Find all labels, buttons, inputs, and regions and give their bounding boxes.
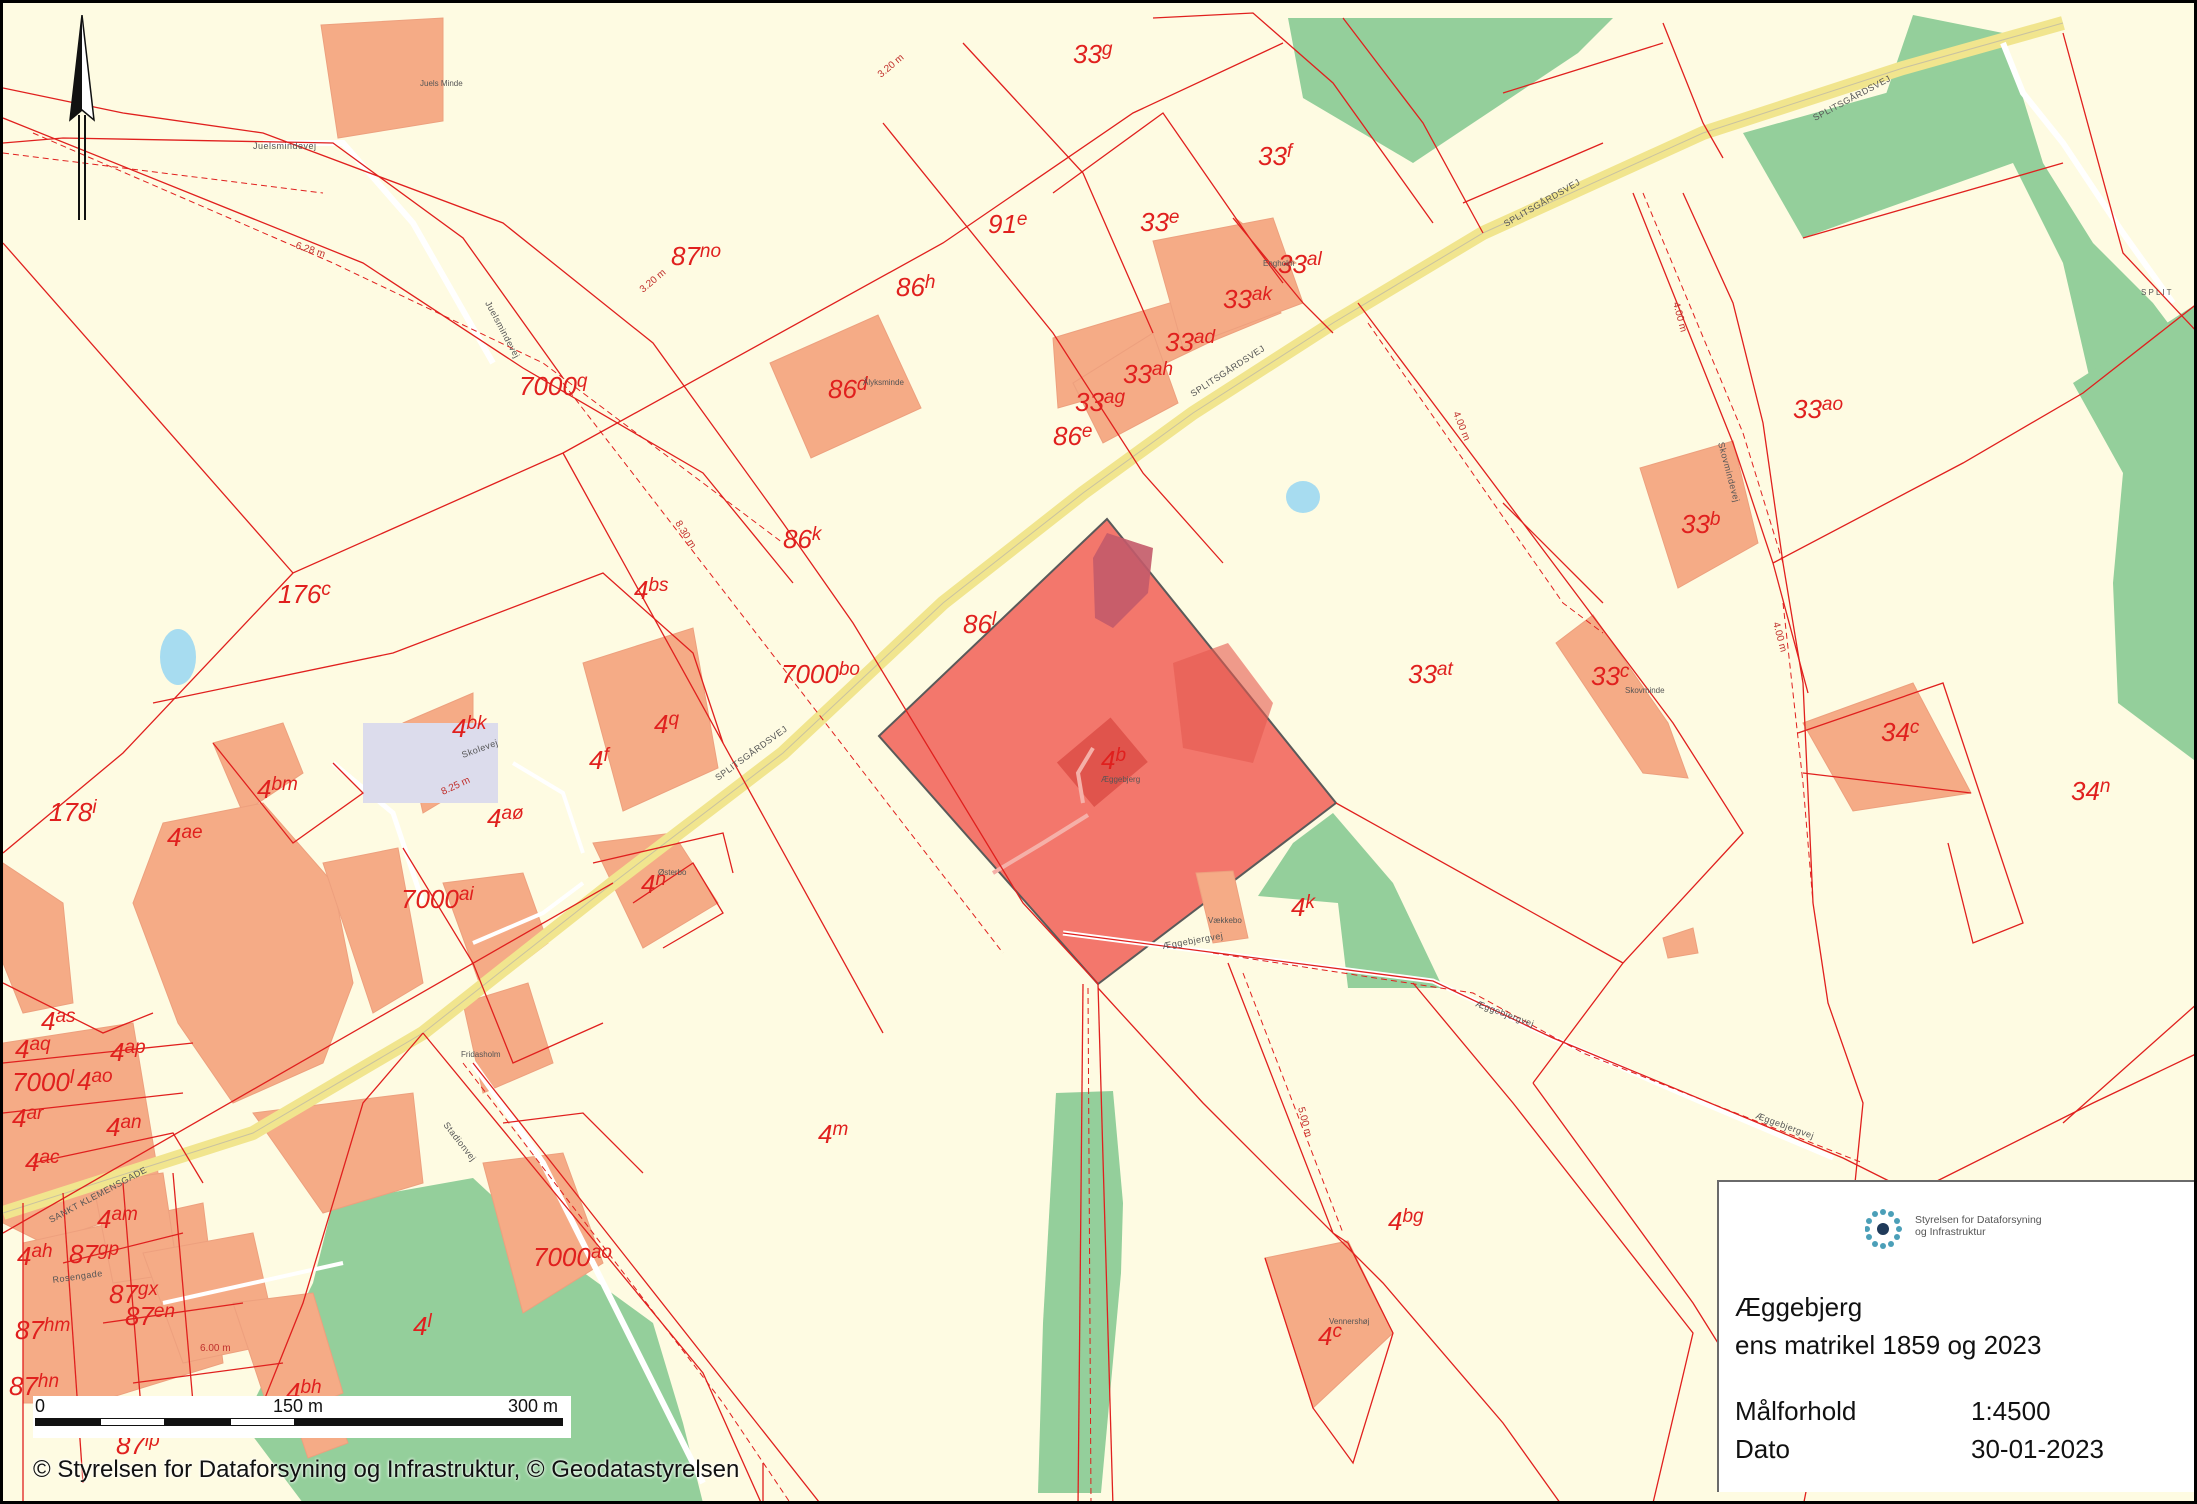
dimension-label: 6.00 m (200, 1343, 231, 1354)
place-label: Vennershøj (1329, 1317, 1370, 1326)
map-title: Æggebjerg (1735, 1292, 1863, 1322)
scale-value: 1:4500 (1971, 1396, 2051, 1426)
place-label: Æggebjerg (1101, 775, 1140, 784)
scale-segment (165, 1418, 230, 1426)
date-value: 30-01-2023 (1971, 1434, 2104, 1464)
date-label: Dato (1735, 1434, 1790, 1464)
place-label: Vækkebo (1208, 916, 1242, 925)
place-label: Østerbo (658, 868, 687, 877)
scale-label: Målforhold (1735, 1396, 1857, 1426)
road-label: Juelsmindevej (253, 141, 317, 151)
agency-name: Styrelsen for Dataforsyning og Infrastru… (1915, 1214, 2042, 1238)
parcel-label: 7000l (12, 1067, 75, 1097)
map-frame[interactable]: 33g 33f 91e 33e 87no 86h 33al 33ak 33ad 33ah 33ag 8… (0, 0, 2197, 1504)
place-label: Engholm (1263, 259, 1295, 268)
place-label: Ålyksminde (863, 378, 904, 387)
scale-bar-label-mid: 150 m (273, 1396, 324, 1416)
scale-bar-label-end: 300 m (508, 1396, 559, 1416)
scale-bar: 0 150 m 300 m (33, 1396, 571, 1438)
scale-segment (230, 1418, 295, 1426)
parcel-label: 178i (49, 797, 97, 827)
copyright-notice: © Styrelsen for Dataforsyning og Infrast… (33, 1456, 740, 1483)
north-arrow-icon (69, 15, 95, 220)
scale-segment (100, 1418, 165, 1426)
map-subtitle: ens matrikel 1859 og 2023 (1735, 1330, 2042, 1360)
parcel-label: 86l (963, 609, 997, 639)
map-info-box: Styrelsen for Dataforsyning og Infrastru… (1717, 1180, 2194, 1492)
scale-segment (295, 1418, 563, 1426)
scale-bar-label-start: 0 (35, 1396, 46, 1416)
place-label: Juels Minde (420, 79, 463, 88)
place-label: Fridasholm (461, 1050, 501, 1059)
scale-segment (35, 1418, 100, 1426)
place-label: Skovminde (1625, 686, 1665, 695)
place-label: S P L I T (2141, 288, 2172, 297)
